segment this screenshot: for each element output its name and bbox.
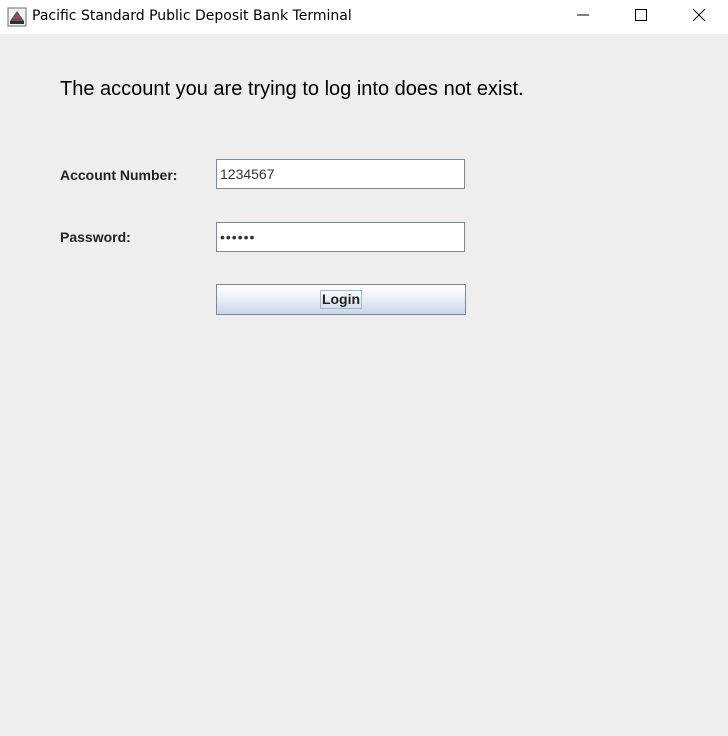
password-label: Password:	[60, 229, 131, 245]
close-button[interactable]	[670, 0, 728, 34]
close-icon	[692, 8, 706, 26]
app-window: Pacific Standard Public Deposit Bank Ter…	[0, 0, 728, 736]
minimize-icon	[577, 8, 589, 26]
minimize-button[interactable]	[554, 0, 612, 34]
login-button-label: Login	[319, 290, 363, 309]
login-button[interactable]: Login	[216, 284, 466, 315]
account-number-input[interactable]	[216, 159, 465, 189]
java-app-icon[interactable]	[7, 7, 27, 27]
window-title: Pacific Standard Public Deposit Bank Ter…	[32, 8, 352, 24]
error-message: The account you are trying to log into d…	[60, 78, 524, 100]
maximize-button[interactable]	[612, 0, 670, 34]
password-input[interactable]	[216, 222, 465, 252]
maximize-icon	[635, 8, 647, 26]
account-number-label: Account Number:	[60, 167, 178, 183]
title-bar[interactable]: Pacific Standard Public Deposit Bank Ter…	[0, 0, 728, 34]
